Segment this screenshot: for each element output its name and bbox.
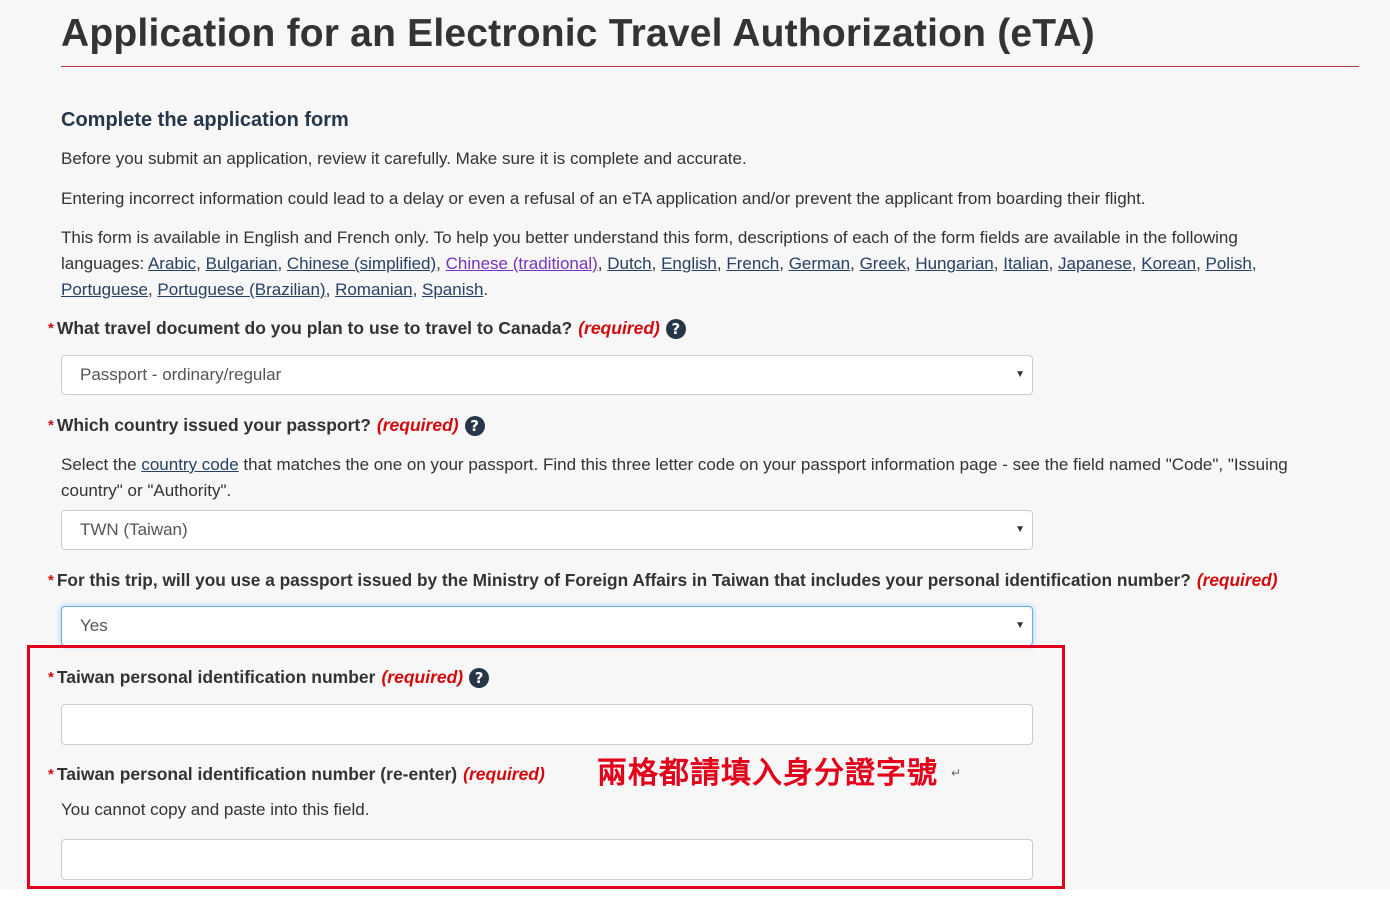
annotation-text: 兩格都請填入身分證字號 — [597, 756, 938, 791]
taiwan-passport-label-text: For this trip, will you use a passport i… — [56, 570, 1191, 590]
chevron-down-icon: ▼ — [1015, 620, 1025, 631]
language-link[interactable]: Greek — [860, 254, 906, 273]
language-link[interactable]: English — [661, 254, 717, 273]
title-divider — [61, 66, 1359, 67]
required-indicator: (required) — [578, 318, 660, 338]
language-link[interactable]: Portuguese (Brazilian) — [157, 280, 325, 299]
language-link[interactable]: Japanese — [1058, 254, 1132, 273]
language-link[interactable]: Dutch — [607, 254, 651, 273]
taiwan-passport-label: * For this trip, will you use a passport… — [48, 570, 1278, 591]
language-link[interactable]: Chinese (traditional) — [446, 254, 598, 273]
travel-document-value: Passport - ordinary/regular — [80, 365, 282, 384]
language-link[interactable]: Chinese (simplified) — [287, 254, 436, 273]
language-link[interactable]: Korean — [1141, 254, 1196, 273]
passport-country-label-text: Which country issued your passport? — [56, 415, 371, 435]
passport-country-select[interactable]: TWN (Taiwan) ▼ — [61, 510, 1033, 550]
hint-prefix: Select the — [61, 455, 142, 474]
language-link[interactable]: Hungarian — [915, 254, 993, 273]
intro-paragraph-1: Before you submit an application, review… — [61, 149, 747, 168]
language-links: Arabic, Bulgarian, Chinese (simplified),… — [61, 254, 1257, 299]
intro-paragraph-2: Entering incorrect information could lea… — [61, 189, 1146, 208]
passport-country-label: * Which country issued your passport? (r… — [48, 415, 485, 436]
hint-suffix: that matches the one on your passport. F… — [61, 455, 1288, 500]
languages-paragraph: This form is available in English and Fr… — [61, 228, 1257, 299]
chevron-down-icon: ▼ — [1015, 369, 1025, 380]
language-link[interactable]: Arabic — [148, 254, 196, 273]
travel-document-select[interactable]: Passport - ordinary/regular ▼ — [61, 355, 1033, 395]
required-star: * — [48, 417, 54, 434]
return-mark-icon: ↵ — [951, 766, 962, 780]
page-background: Application for an Electronic Travel Aut… — [0, 0, 1390, 889]
travel-document-label-text: What travel document do you plan to use … — [56, 318, 573, 338]
passport-country-value: TWN (Taiwan) — [80, 520, 188, 539]
help-icon[interactable]: ? — [464, 415, 485, 436]
language-link[interactable]: Romanian — [335, 280, 413, 299]
required-star: * — [48, 320, 54, 337]
language-link[interactable]: French — [726, 254, 779, 273]
country-code-link[interactable]: country code — [141, 455, 238, 474]
help-icon[interactable]: ? — [665, 318, 686, 339]
language-link[interactable]: Spanish — [422, 280, 483, 299]
page-title: Application for an Electronic Travel Aut… — [61, 12, 1095, 55]
language-link[interactable]: Portuguese — [61, 280, 148, 299]
required-indicator: (required) — [376, 415, 459, 435]
travel-document-label: * What travel document do you plan to us… — [48, 318, 686, 339]
passport-country-hint: Select the country code that matches the… — [61, 452, 1351, 504]
taiwan-passport-select[interactable]: Yes ▼ — [61, 606, 1033, 646]
language-link[interactable]: Polish — [1206, 254, 1252, 273]
section-heading: Complete the application form — [61, 109, 349, 131]
required-star: * — [48, 572, 54, 589]
language-link[interactable]: German — [789, 254, 850, 273]
chevron-down-icon: ▼ — [1015, 524, 1025, 535]
required-indicator: (required) — [1196, 570, 1278, 590]
language-link[interactable]: Italian — [1003, 254, 1048, 273]
taiwan-passport-value: Yes — [80, 616, 108, 635]
language-link[interactable]: Bulgarian — [206, 254, 278, 273]
